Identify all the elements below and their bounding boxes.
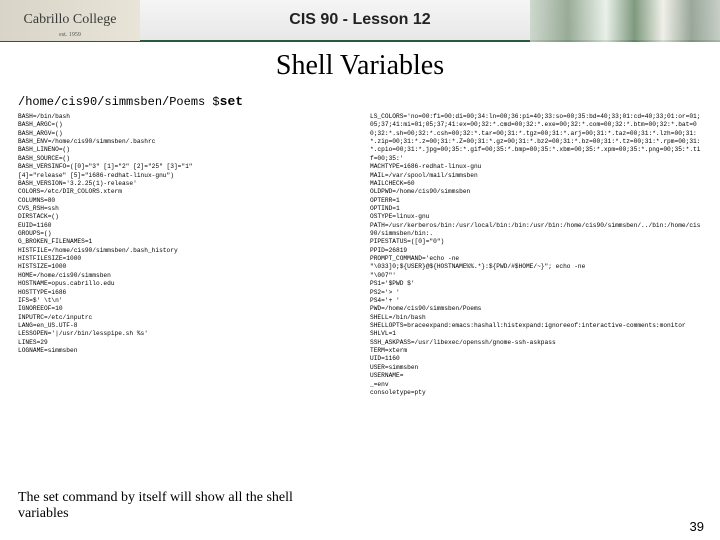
output-left: BASH=/bin/bash BASH_ARGC=() BASH_ARGV=()…	[18, 113, 358, 397]
prompt-path: /home/cis90/simmsben/Poems $	[18, 95, 220, 109]
prompt-command: set	[220, 94, 243, 109]
slide-header: Cabrillo College est. 1959 CIS 90 - Less…	[0, 0, 720, 42]
output-right: LS_COLORS='no=00:fi=00:di=00;34:ln=00;36…	[370, 113, 702, 397]
output-columns: BASH=/bin/bash BASH_ARGC=() BASH_ARGV=()…	[18, 113, 702, 397]
slide-title: Shell Variables	[0, 50, 720, 82]
logo-text: Cabrillo College	[24, 12, 117, 28]
slide-content: /home/cis90/simmsben/Poems $set BASH=/bi…	[0, 94, 720, 534]
page-number: 39	[690, 519, 704, 534]
slide-caption: The set command by itself will show all …	[18, 490, 318, 522]
course-title: CIS 90 - Lesson 12	[289, 11, 430, 29]
shell-prompt-line: /home/cis90/simmsben/Poems $set	[18, 94, 702, 109]
logo-est: est. 1959	[59, 32, 81, 38]
header-background-image	[530, 0, 720, 42]
college-logo: Cabrillo College est. 1959	[0, 0, 140, 41]
